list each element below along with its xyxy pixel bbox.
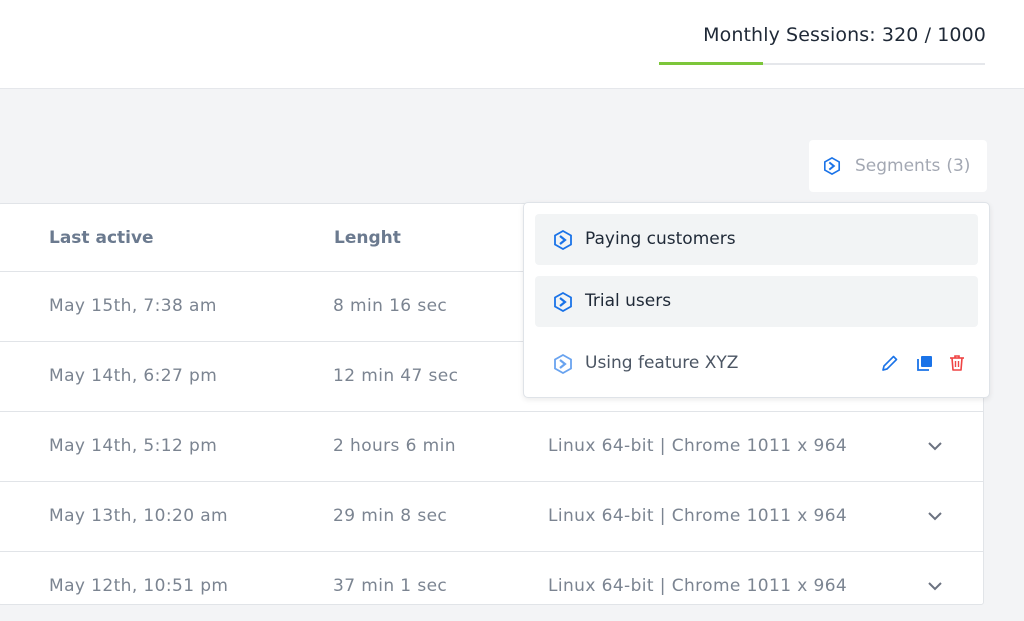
chevron-down-icon[interactable] (927, 580, 943, 592)
length-cell: 8 min 16 sec (333, 296, 448, 316)
segments-button-label: Segments (855, 156, 941, 176)
chevron-down-icon[interactable] (927, 440, 943, 452)
length-cell: 2 hours 6 min (333, 436, 456, 456)
segments-button[interactable]: Segments (3) (809, 140, 987, 192)
table-row[interactable]: May 14th, 5:12 pm 2 hours 6 min Linux 64… (0, 412, 983, 482)
column-header-length[interactable]: Lenght (334, 228, 401, 248)
table-row[interactable]: May 13th, 10:20 am 29 min 8 sec Linux 64… (0, 482, 983, 552)
chevron-down-icon[interactable] (927, 510, 943, 522)
segments-count: (3) (946, 156, 971, 176)
length-cell: 29 min 8 sec (333, 506, 448, 526)
device-cell: Linux 64-bit | Chrome 1011 x 964 (548, 576, 848, 596)
top-bar: Monthly Sessions: 320 / 1000 (0, 0, 1024, 89)
column-header-last-active[interactable]: Last active (49, 228, 154, 248)
last-active-cell: May 12th, 10:51 pm (49, 576, 229, 596)
segments-dropdown: Paying customers Trial users Using featu… (523, 202, 990, 398)
sessions-progress-fill (659, 62, 764, 65)
segment-item-paying-customers[interactable]: Paying customers (535, 214, 978, 265)
segment-hexagon-icon (823, 157, 841, 175)
segment-hexagon-icon (554, 230, 572, 250)
device-cell: Linux 64-bit | Chrome 1011 x 964 (548, 506, 848, 526)
segment-hexagon-icon (554, 354, 572, 374)
last-active-cell: May 15th, 7:38 am (49, 296, 217, 316)
last-active-cell: May 13th, 10:20 am (49, 506, 229, 526)
duplicate-icon[interactable] (915, 353, 935, 373)
segment-item-label: Paying customers (585, 229, 736, 249)
monthly-sessions-label: Monthly Sessions: 320 / 1000 (703, 24, 986, 46)
segment-item-label: Trial users (585, 291, 672, 311)
delete-icon[interactable] (947, 353, 967, 373)
segment-hexagon-icon (554, 292, 572, 312)
length-cell: 37 min 1 sec (333, 576, 448, 596)
segment-item-using-feature-xyz[interactable]: Using feature XYZ (535, 338, 978, 389)
device-cell: Linux 64-bit | Chrome 1011 x 964 (548, 436, 848, 456)
segment-item-label: Using feature XYZ (585, 353, 739, 373)
segment-item-trial-users[interactable]: Trial users (535, 276, 978, 327)
last-active-cell: May 14th, 6:27 pm (49, 366, 218, 386)
sessions-progress-bar (659, 62, 985, 65)
last-active-cell: May 14th, 5:12 pm (49, 436, 218, 456)
length-cell: 12 min 47 sec (333, 366, 459, 386)
table-row[interactable]: May 12th, 10:51 pm 37 min 1 sec Linux 64… (0, 552, 983, 621)
edit-icon[interactable] (880, 353, 900, 373)
